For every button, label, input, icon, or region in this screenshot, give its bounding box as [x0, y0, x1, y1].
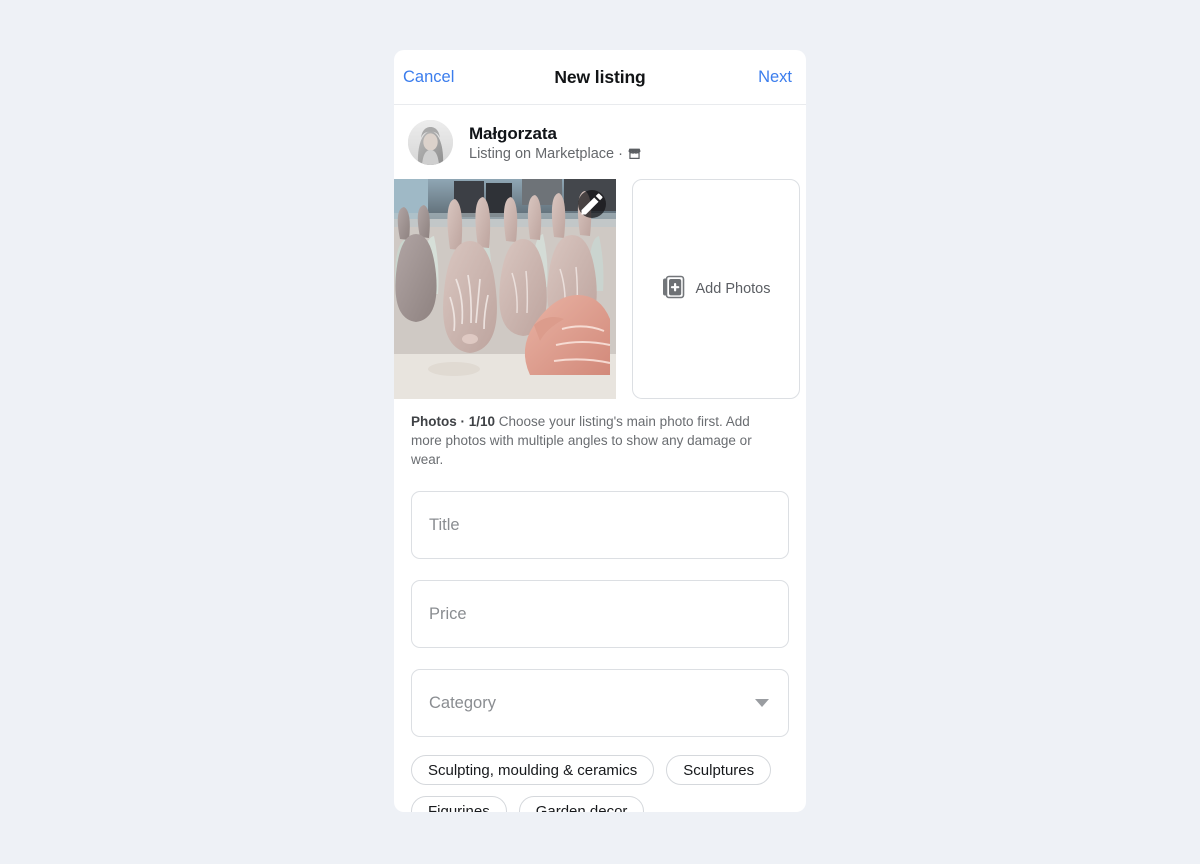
pencil-icon [581, 193, 603, 215]
title-placeholder: Title [429, 515, 460, 534]
add-photos-label: Add Photos [695, 281, 771, 297]
price-placeholder: Price [429, 604, 467, 623]
profile-name: Małgorzata [469, 124, 557, 144]
listing-form: Title Price Category [394, 469, 806, 738]
chevron-down-icon [755, 699, 769, 708]
suggestion-chip[interactable]: Figurines [411, 796, 507, 812]
storefront-icon [628, 147, 641, 160]
title-field[interactable]: Title [411, 491, 789, 560]
profile-subtitle: Listing on Marketplace · [469, 145, 623, 162]
profile-subtitle-row: Listing on Marketplace · [469, 146, 641, 162]
next-button[interactable]: Next [758, 68, 792, 87]
photos-caption-label: Photos · 1/10 [411, 414, 496, 429]
profile-text: Małgorzata Listing on Marketplace · [469, 123, 641, 162]
suggestion-chip[interactable]: Garden decor [518, 796, 645, 812]
profile-row: Małgorzata Listing on Marketplace · [394, 105, 806, 179]
page-title: New listing [554, 66, 646, 87]
edit-photo-button[interactable] [578, 190, 606, 218]
cancel-button[interactable]: Cancel [403, 68, 454, 87]
new-listing-card: Cancel New listing Next Małgorzata Listi… [394, 50, 806, 812]
category-placeholder: Category [429, 693, 496, 712]
photos-caption: Photos · 1/10 Choose your listing's main… [394, 399, 806, 469]
add-photos-icon [662, 275, 688, 304]
screen: Cancel New listing Next Małgorzata Listi… [0, 0, 1200, 864]
header-bar: Cancel New listing Next [394, 50, 806, 105]
price-field[interactable]: Price [411, 580, 789, 649]
suggestion-chip[interactable]: Sculpting, moulding & ceramics [411, 755, 655, 786]
photo-thumbnail[interactable] [394, 179, 616, 399]
add-photos-glyph [662, 275, 684, 298]
avatar[interactable] [408, 120, 453, 165]
add-photos-button[interactable]: Add Photos [632, 179, 800, 399]
suggestion-chip[interactable]: Sculptures [666, 755, 772, 786]
category-select[interactable]: Category [411, 669, 789, 738]
photos-row: Add Photos [394, 179, 806, 399]
avatar-photo-icon [408, 120, 453, 165]
category-suggestions: Sculpting, moulding & ceramics Sculpture… [394, 737, 794, 812]
